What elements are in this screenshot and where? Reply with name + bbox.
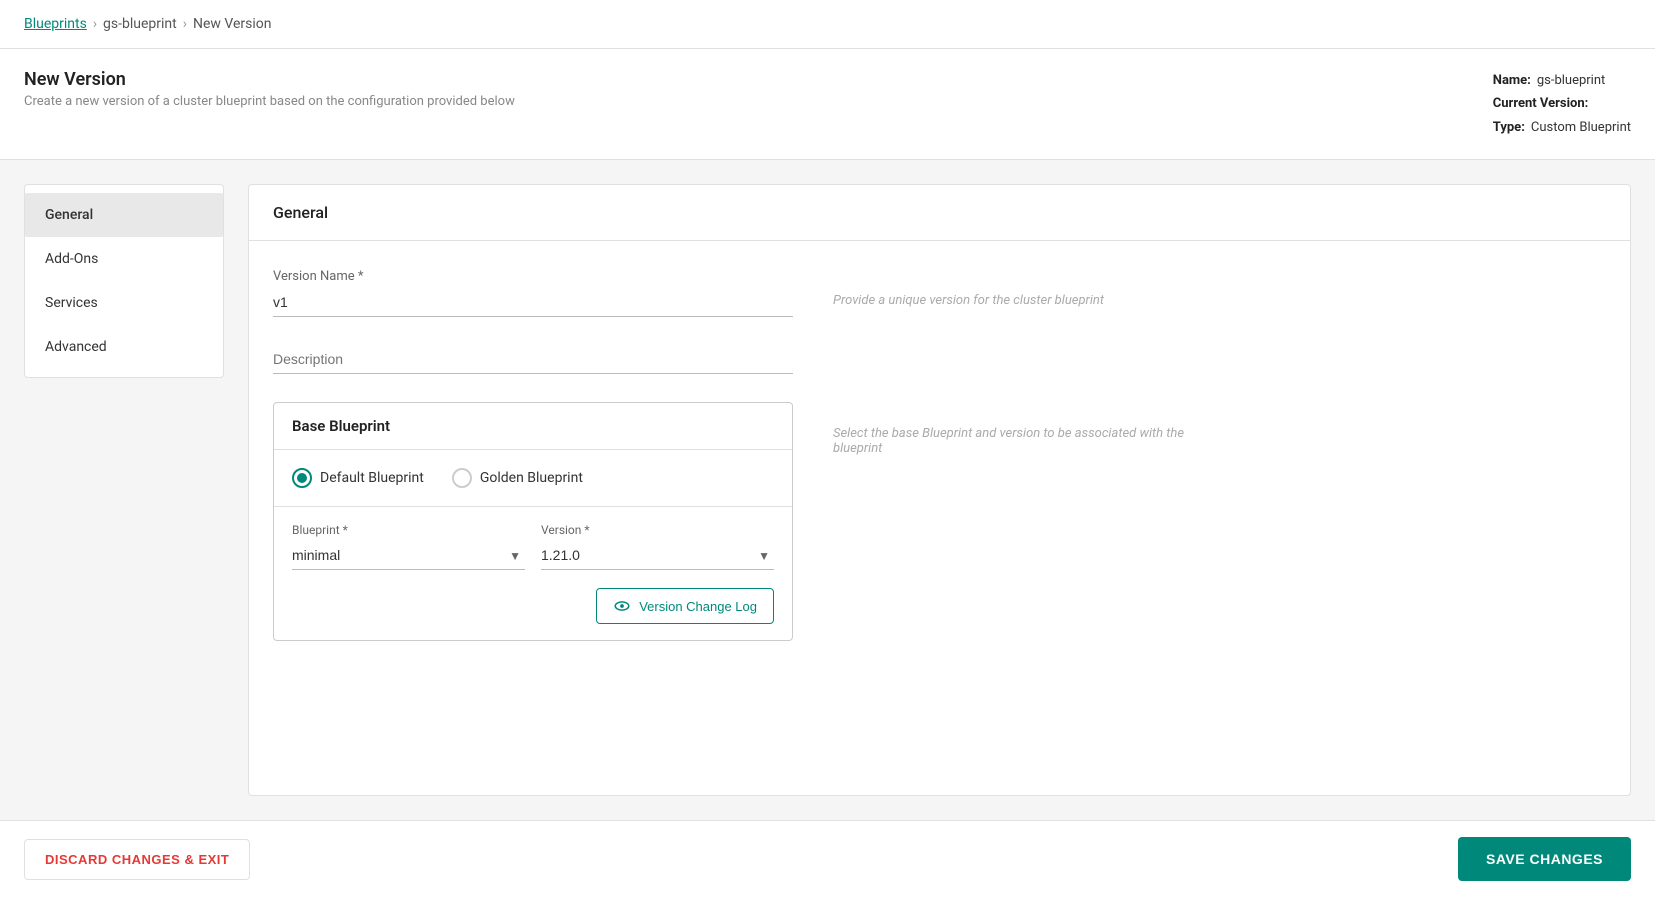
page-header-left: New Version Create a new version of a cl… [24,69,515,109]
changelog-btn-label: Version Change Log [639,599,757,614]
footer-bar: DISCARD CHANGES & EXIT SAVE CHANGES [0,820,1655,897]
main-panel: General Version Name * Provide a unique … [248,184,1631,796]
section-title: General [249,185,1630,241]
meta-name-row: Name: gs-blueprint [1493,69,1631,92]
breadcrumb-gs-blueprint: gs-blueprint [103,16,177,32]
base-blueprint-box: Base Blueprint Default Blueprint Golden … [273,402,793,641]
radio-golden-circle [452,468,472,488]
content-area: General Add-Ons Services Advanced Genera… [0,160,1655,820]
sidebar: General Add-Ons Services Advanced [24,184,224,378]
sidebar-item-general[interactable]: General [25,193,223,237]
meta-type-row: Type: Custom Blueprint [1493,116,1631,139]
page-description: Create a new version of a cluster bluepr… [24,94,515,109]
blueprint-select[interactable]: minimal standard advanced [292,541,525,570]
blueprint-select-wrapper: minimal standard advanced ▼ [292,541,525,570]
save-button[interactable]: SAVE CHANGES [1458,837,1631,881]
breadcrumb-blueprints-link[interactable]: Blueprints [24,16,87,32]
base-blueprint-field: Base Blueprint Default Blueprint Golden … [273,402,793,641]
description-row [273,345,1606,374]
sidebar-item-services[interactable]: Services [25,281,223,325]
radio-default-circle [292,468,312,488]
description-input[interactable] [273,345,793,374]
page-meta: Name: gs-blueprint Current Version: Type… [1493,69,1631,139]
version-name-field: Version Name * [273,269,793,317]
meta-version-label: Current Version: [1493,92,1589,115]
version-name-input[interactable] [273,288,793,317]
blueprint-selects-row: Blueprint * minimal standard advanced ▼ [274,507,792,580]
blueprint-select-label: Blueprint * [292,523,525,537]
version-name-label: Version Name * [273,269,793,284]
changelog-row: Version Change Log [274,580,792,640]
radio-golden-blueprint[interactable]: Golden Blueprint [452,468,583,488]
meta-version-row: Current Version: [1493,92,1631,115]
meta-name-value: gs-blueprint [1537,69,1605,92]
blueprint-select-group: Blueprint * minimal standard advanced ▼ [292,523,525,570]
version-select-group: Version * 1.21.0 1.20.0 1.19.0 ▼ [541,523,774,570]
version-select[interactable]: 1.21.0 1.20.0 1.19.0 [541,541,774,570]
meta-type-label: Type: [1493,116,1525,139]
blueprint-radio-row: Default Blueprint Golden Blueprint [274,450,792,507]
breadcrumb-new-version: New Version [193,16,272,32]
base-blueprint-title: Base Blueprint [274,403,792,450]
radio-default-label: Default Blueprint [320,470,424,486]
base-blueprint-hint: Select the base Blueprint and version to… [833,402,1213,456]
sidebar-item-addons[interactable]: Add-Ons [25,237,223,281]
eye-icon [613,597,631,615]
page-title: New Version [24,69,515,90]
radio-golden-label: Golden Blueprint [480,470,583,486]
version-select-label: Version * [541,523,774,537]
base-blueprint-row: Base Blueprint Default Blueprint Golden … [273,402,1606,641]
radio-default-blueprint[interactable]: Default Blueprint [292,468,424,488]
discard-button[interactable]: DISCARD CHANGES & EXIT [24,839,250,880]
sidebar-item-advanced[interactable]: Advanced [25,325,223,369]
page-header: New Version Create a new version of a cl… [0,49,1655,160]
meta-name-label: Name: [1493,69,1531,92]
breadcrumb: Blueprints › gs-blueprint › New Version [0,0,1655,49]
changelog-button[interactable]: Version Change Log [596,588,774,624]
version-name-row: Version Name * Provide a unique version … [273,269,1606,317]
description-field [273,345,793,374]
version-name-hint: Provide a unique version for the cluster… [833,269,1104,308]
breadcrumb-sep1: › [93,16,97,32]
form-area: Version Name * Provide a unique version … [249,241,1630,697]
breadcrumb-sep2: › [183,16,187,32]
meta-type-value: Custom Blueprint [1531,116,1631,139]
version-select-wrapper: 1.21.0 1.20.0 1.19.0 ▼ [541,541,774,570]
